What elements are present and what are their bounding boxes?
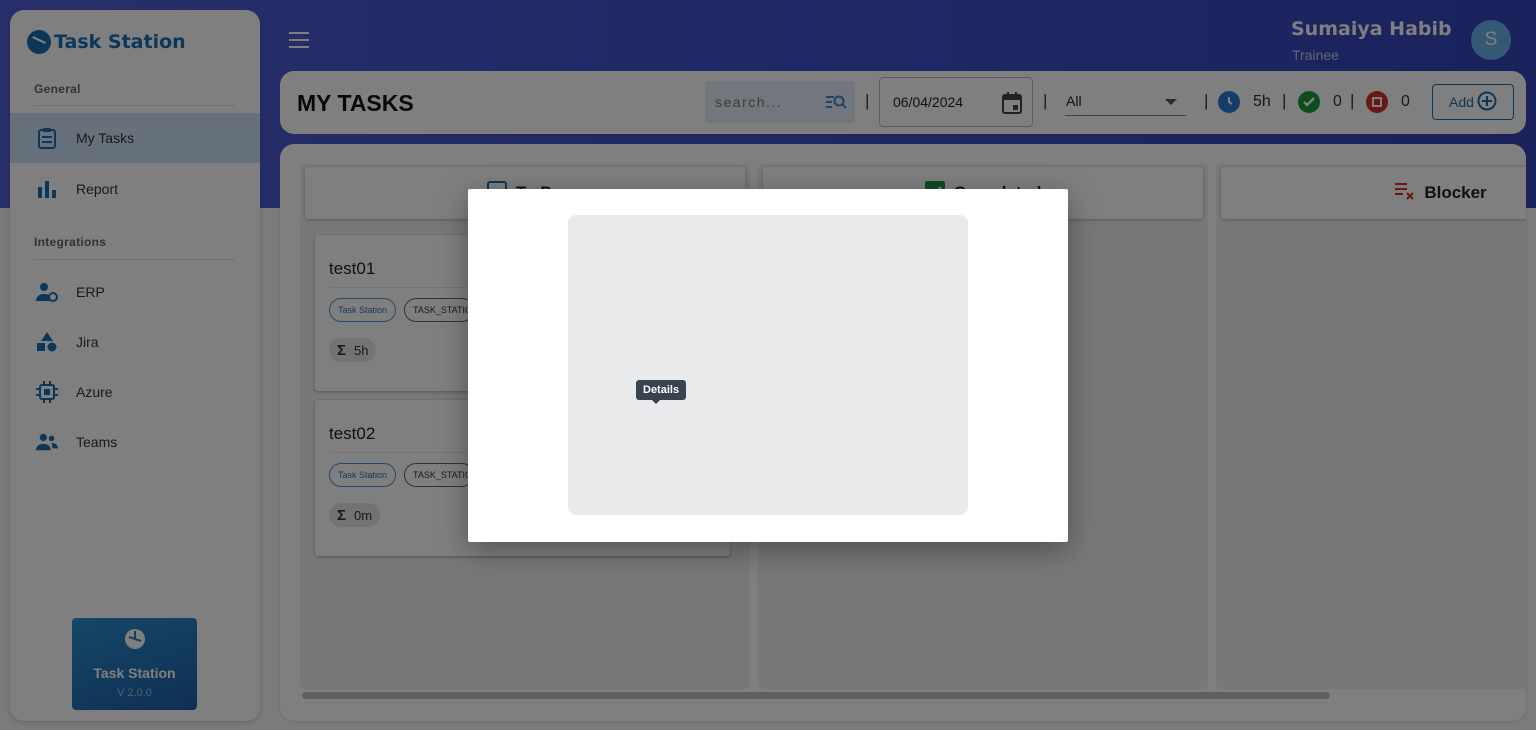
details-modal: Details: [468, 189, 1068, 542]
modal-content-area: Details: [568, 215, 968, 515]
details-tooltip: Details: [636, 380, 687, 404]
